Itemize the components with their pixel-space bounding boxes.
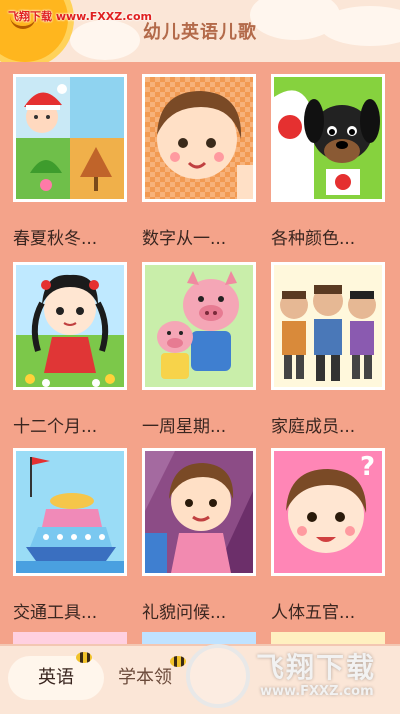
ship-illustration xyxy=(13,448,127,576)
bee-icon xyxy=(76,652,92,663)
watermark-url: www.FXXZ.com xyxy=(260,684,374,699)
greeting-girl-illustration xyxy=(142,448,256,576)
tab-skills[interactable]: 学本领 xyxy=(118,656,172,700)
app-header: 飞翔下载 www.FXXZ.com 幼儿英语儿歌 xyxy=(0,0,400,62)
girl-counting-illustration xyxy=(142,74,256,202)
logo-icon xyxy=(186,644,250,708)
face-girl-illustration: ? xyxy=(271,448,385,576)
family-illustration xyxy=(271,262,385,390)
pigs-illustration xyxy=(142,262,256,390)
tab-english[interactable]: 英语 xyxy=(8,656,104,700)
seasons-illustration xyxy=(13,74,127,202)
grid-item-label: 家庭成员... xyxy=(271,417,356,437)
grid-item-label: 人体五官... xyxy=(271,603,356,623)
song-grid: 春夏秋冬... 数字从一... 各种颜色... 十二个月... 一周星期... … xyxy=(0,64,400,644)
grid-item-partial xyxy=(13,632,127,644)
grid-item-label: 交通工具... xyxy=(13,603,98,623)
grid-item-label: 十二个月... xyxy=(13,417,98,437)
grid-item-label: 一周星期... xyxy=(142,417,227,437)
grid-item-label: 礼貌问候... xyxy=(142,603,227,623)
watermark-logo: 飞翔下载 www.FXXZ.com xyxy=(186,640,400,712)
grid-item-label: 各种颜色... xyxy=(271,229,356,249)
grid-item-label: 数字从一... xyxy=(142,229,227,249)
svg-text:?: ? xyxy=(360,452,375,482)
girl-with-pigtails-illustration xyxy=(13,262,127,390)
dog-illustration xyxy=(271,74,385,202)
watermark-logo-text: 飞翔下载 xyxy=(256,651,377,684)
grid-item-label: 春夏秋冬... xyxy=(13,229,98,249)
page-title: 幼儿英语儿歌 xyxy=(143,22,257,43)
bee-icon xyxy=(170,656,186,667)
